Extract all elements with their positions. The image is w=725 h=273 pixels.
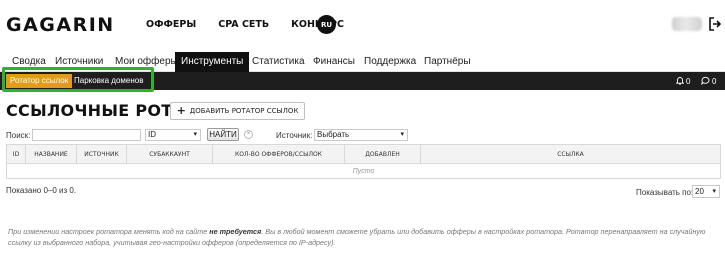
notifications-count: 0 [686,76,691,86]
info-note: При изменении настроек ротатора менять к… [8,226,714,248]
search-label: Поиск: [6,131,31,140]
language-switch[interactable]: RU [317,15,336,34]
col-added[interactable]: ДОБАВЛЕН [345,145,421,163]
clear-search-icon[interactable]: × [244,130,253,139]
search-input[interactable] [32,129,141,141]
logo[interactable]: GAGARIN [6,14,115,36]
rotators-table: ID НАЗВАНИЕ ИСТОЧНИК СУБАККАУНТ КОЛ-ВО О… [6,144,721,179]
col-name[interactable]: НАЗВАНИЕ [26,145,77,163]
search-field-select[interactable]: ID ▾ [145,129,201,141]
table-empty-row: Пусто [6,164,721,179]
tab-tools[interactable]: Инструменты [175,52,250,72]
nav-cpa-network[interactable]: CPA СЕТЬ [218,19,269,30]
tab-finance[interactable]: Финансы [307,52,361,72]
add-rotator-button[interactable]: + ДОБАВИТЬ РОТАТОР ССЫЛОК [170,102,305,120]
add-rotator-label: ДОБАВИТЬ РОТАТОР ССЫЛОК [189,107,299,115]
subnav-link-rotator[interactable]: Ротатор ссылок [6,74,73,88]
tab-partners[interactable]: Партнёры [418,52,477,72]
col-source[interactable]: ИСТОЧНИК [77,145,127,163]
col-id[interactable]: ID [7,145,26,163]
search-field-value: ID [148,130,156,139]
note-text-1: При изменении настроек ротатора менять к… [8,227,210,236]
messages[interactable]: 0 [701,75,716,87]
chat-icon [701,76,710,87]
plus-icon: + [176,104,186,117]
source-select[interactable]: Выбрать ▾ [314,129,408,141]
bell-icon [675,76,685,87]
note-bold: не требуется [209,227,262,236]
per-page-value: 20 [695,187,704,196]
header: GAGARIN ОФФЕРЫ CPA СЕТЬ КОНКУРС RU [0,0,725,52]
col-offers-links[interactable]: КОЛ-ВО ОФФЕРОВ/ССЫЛОК [213,145,345,163]
per-page-label: Показывать по: [636,188,694,197]
col-link[interactable]: ССЫЛКА [421,145,720,163]
chevron-down-icon: ▾ [712,188,716,195]
tab-statistics[interactable]: Статистика [246,52,311,72]
logout-icon[interactable] [709,17,722,31]
user-account-blurred[interactable] [672,17,702,31]
chevron-down-icon: ▾ [193,131,197,138]
find-button[interactable]: НАЙТИ [207,128,239,141]
nav-offers[interactable]: ОФФЕРЫ [146,19,196,30]
shown-count: Показано 0–0 из 0. [6,186,77,195]
source-select-value: Выбрать [317,130,350,139]
source-label: Источник: [276,131,313,140]
notifications[interactable]: 0 [675,75,691,87]
chevron-down-icon: ▾ [400,131,404,138]
per-page-select[interactable]: 20 ▾ [692,185,720,198]
messages-count: 0 [712,76,717,86]
col-subaccount[interactable]: СУБАККАУНТ [127,145,213,163]
subnav-domain-parking[interactable]: Парковка доменов [74,74,143,88]
tab-support[interactable]: Поддержка [358,52,422,72]
table-header: ID НАЗВАНИЕ ИСТОЧНИК СУБАККАУНТ КОЛ-ВО О… [6,144,721,164]
